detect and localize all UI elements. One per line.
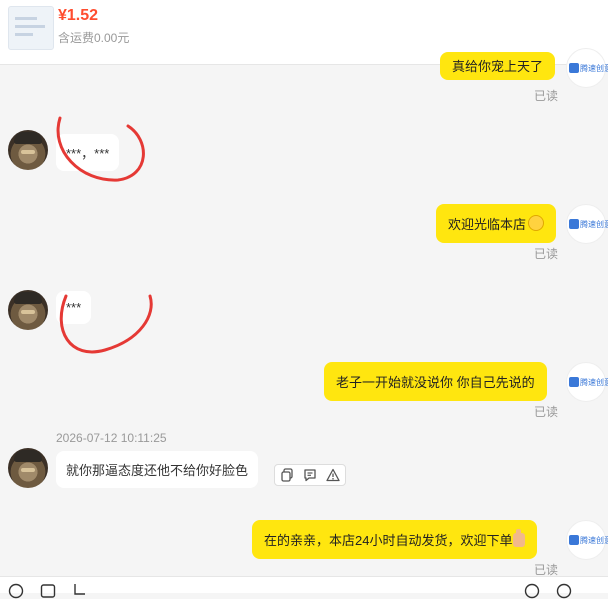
shop-avatar-label: 腾速创意 — [580, 64, 608, 73]
message-text: 欢迎光临本店 — [448, 217, 527, 232]
buyer-avatar[interactable] — [8, 290, 48, 330]
message-text: 就你那逼态度还他不给你好脸色 — [66, 463, 249, 478]
emoji-icon[interactable] — [8, 583, 24, 599]
smile-emoji-icon — [528, 215, 545, 231]
shop-avatar[interactable]: 腾速创意 — [566, 48, 608, 88]
smile-icon[interactable] — [556, 583, 572, 599]
shipping-fee: 含运费0.00元 — [58, 31, 130, 45]
product-thumbnail[interactable] — [8, 6, 54, 50]
read-status: 已读 — [534, 89, 559, 103]
message-bubble-incoming[interactable]: ***，*** — [56, 134, 120, 171]
message-bubble-outgoing[interactable]: 在的亲亲，本店24小时自动发货，欢迎下单 — [252, 520, 538, 559]
message-text: 老子一开始就没说你 你自己先说的 — [336, 375, 535, 390]
shop-logo-icon — [569, 377, 579, 387]
shop-avatar-label: 腾速创意 — [580, 536, 608, 545]
buyer-avatar[interactable] — [8, 448, 48, 488]
red-annotation-marks — [56, 116, 153, 354]
shop-avatar-label: 腾速创意 — [580, 378, 608, 387]
message-bubble-incoming[interactable]: 就你那逼态度还他不给你好脸色 — [56, 451, 259, 488]
copy-icon[interactable] — [278, 466, 296, 484]
message-bubble-outgoing[interactable]: 真给你宠上天了 — [440, 52, 556, 80]
message-actions — [274, 464, 346, 486]
shop-avatar[interactable]: 腾速创意 — [566, 204, 608, 244]
shop-avatar[interactable]: 腾速创意 — [566, 362, 608, 402]
buyer-avatar[interactable] — [8, 130, 48, 170]
scissors-icon[interactable] — [72, 583, 88, 599]
thumbs-up-emoji-icon — [513, 529, 526, 547]
message-text: ***，*** — [66, 146, 110, 161]
image-icon[interactable] — [40, 583, 56, 599]
shop-logo-icon — [569, 63, 579, 73]
read-status: 已读 — [534, 247, 559, 261]
input-toolbar — [0, 576, 608, 599]
message-timestamp: 2026-07-12 10:11:25 — [56, 431, 167, 445]
shop-avatar[interactable]: 腾速创意 — [566, 520, 608, 560]
quote-icon[interactable] — [301, 466, 319, 484]
message-bubble-incoming[interactable]: *** — [56, 291, 92, 324]
message-bubble-outgoing[interactable]: 欢迎光临本店 — [436, 204, 557, 243]
message-text: 真给你宠上天了 — [452, 59, 544, 74]
read-status: 已读 — [534, 405, 559, 419]
product-price: ¥1.52 — [58, 7, 99, 24]
shop-logo-icon — [569, 219, 579, 229]
report-icon[interactable] — [324, 466, 342, 484]
shop-logo-icon — [569, 535, 579, 545]
clock-icon[interactable] — [524, 583, 540, 599]
message-bubble-outgoing[interactable]: 老子一开始就没说你 你自己先说的 — [324, 362, 547, 401]
message-text: 在的亲亲，本店24小时自动发货，欢迎下单 — [264, 533, 513, 548]
message-text: *** — [66, 300, 82, 315]
shop-avatar-label: 腾速创意 — [580, 220, 608, 229]
